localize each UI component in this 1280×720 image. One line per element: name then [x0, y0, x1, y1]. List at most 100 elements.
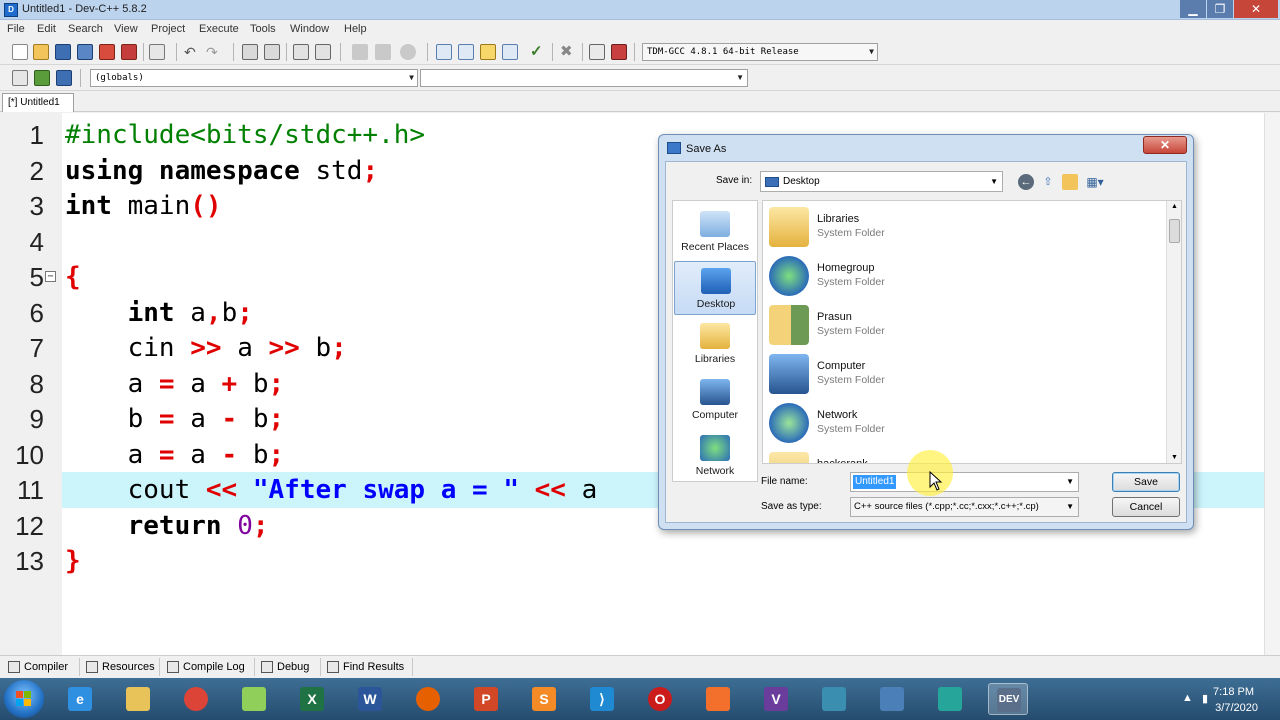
- unindent-icon[interactable]: [315, 44, 331, 60]
- taskbar-internet-explorer[interactable]: e: [60, 683, 100, 715]
- save-in-select[interactable]: Desktop ▼: [760, 171, 1003, 192]
- minimize-button[interactable]: ▁: [1180, 0, 1206, 18]
- goto-line-icon[interactable]: [400, 44, 416, 60]
- taskbar-notepad-plus-plus[interactable]: [234, 683, 274, 715]
- toggle-bookmark-icon[interactable]: [352, 44, 368, 60]
- save-as-type-select[interactable]: C++ source files (*.cpp;*.cc;*.cxx;*.c++…: [850, 497, 1079, 517]
- print-icon[interactable]: [149, 44, 165, 60]
- new-file-icon[interactable]: [12, 44, 28, 60]
- goto-definition-icon[interactable]: [34, 70, 50, 86]
- tab-debug[interactable]: Debug: [257, 658, 321, 676]
- tab-resources[interactable]: Resources: [82, 658, 160, 676]
- place-recent-places[interactable]: Recent Places: [674, 205, 756, 259]
- file-name-input[interactable]: Untitled1 ▼: [850, 472, 1079, 492]
- save-all-icon[interactable]: [77, 44, 93, 60]
- menu-file[interactable]: File: [7, 23, 25, 35]
- menu-execute[interactable]: Execute: [199, 23, 239, 35]
- taskbar-sublime-text[interactable]: S: [524, 683, 564, 715]
- code-line[interactable]: 13}: [0, 543, 1280, 579]
- tab-compile-log[interactable]: Compile Log: [163, 658, 255, 676]
- tab-compiler[interactable]: Compiler: [4, 658, 80, 676]
- compiler-icon: [8, 661, 20, 674]
- list-item-homegroup[interactable]: Homegroup System Folder: [763, 252, 1163, 300]
- stop-execution-icon[interactable]: ✖: [560, 44, 576, 60]
- taskbar-firefox[interactable]: [408, 683, 448, 715]
- goto-declaration-icon[interactable]: [56, 70, 72, 86]
- dialog-close-button[interactable]: ✕: [1143, 136, 1187, 154]
- class-browser-icon[interactable]: [480, 44, 496, 60]
- maximize-button[interactable]: ❐: [1207, 0, 1233, 18]
- project-options-icon[interactable]: [458, 44, 474, 60]
- taskbar-word[interactable]: W: [350, 683, 390, 715]
- up-folder-icon[interactable]: ⇧: [1040, 174, 1056, 190]
- place-computer[interactable]: Computer: [674, 373, 756, 427]
- save-icon[interactable]: [55, 44, 71, 60]
- taskbar-camtasia[interactable]: [930, 683, 970, 715]
- check-syntax-icon[interactable]: ✓: [530, 44, 546, 60]
- new-project-icon[interactable]: [436, 44, 452, 60]
- view-menu-icon[interactable]: ▦▾: [1084, 174, 1106, 190]
- show-hidden-icons-icon[interactable]: ▲: [1182, 692, 1193, 704]
- list-item-computer[interactable]: Computer System Folder: [763, 350, 1163, 398]
- open-folder-icon[interactable]: [33, 44, 49, 60]
- fold-toggle-icon[interactable]: −: [45, 271, 56, 282]
- menu-tools[interactable]: Tools: [250, 23, 276, 35]
- menu-project[interactable]: Project: [151, 23, 185, 35]
- menu-edit[interactable]: Edit: [37, 23, 56, 35]
- place-libraries[interactable]: Libraries: [674, 317, 756, 371]
- symbol-select[interactable]: ▼: [420, 69, 748, 87]
- debug-icon[interactable]: [611, 44, 627, 60]
- editor-scrollbar[interactable]: [1264, 113, 1280, 655]
- close-all-icon[interactable]: [121, 44, 137, 60]
- list-item-hackerank[interactable]: hackerank: [763, 448, 1163, 463]
- compile-icon[interactable]: [502, 44, 518, 60]
- taskbar-chrome[interactable]: [176, 683, 216, 715]
- close-file-icon[interactable]: [99, 44, 115, 60]
- tab-find-results[interactable]: Find Results: [323, 658, 413, 676]
- back-icon[interactable]: ←: [1018, 174, 1034, 190]
- taskbar-opera[interactable]: O: [640, 683, 680, 715]
- menu-help[interactable]: Help: [344, 23, 367, 35]
- place-desktop[interactable]: Desktop: [674, 261, 756, 315]
- redo-icon[interactable]: ↷: [206, 44, 222, 60]
- save-button[interactable]: Save: [1112, 472, 1180, 492]
- insert-icon[interactable]: [12, 70, 28, 86]
- scroll-down-icon[interactable]: ▼: [1171, 454, 1178, 461]
- list-item-libraries[interactable]: Libraries System Folder: [763, 203, 1163, 251]
- scroll-up-icon[interactable]: ▲: [1171, 203, 1178, 210]
- taskbar-visual-studio[interactable]: V: [756, 683, 796, 715]
- network-signal-icon[interactable]: ▮: [1202, 692, 1208, 705]
- scope-select[interactable]: (globals) ▼: [90, 69, 418, 87]
- indent-icon[interactable]: [293, 44, 309, 60]
- compiler-select[interactable]: TDM-GCC 4.8.1 64-bit Release ▼: [642, 43, 878, 61]
- clock-date[interactable]: 3/7/2020: [1215, 702, 1258, 714]
- item-type: System Folder: [817, 276, 885, 288]
- undo-icon[interactable]: ↶: [184, 44, 200, 60]
- close-window-button[interactable]: ✕: [1234, 0, 1278, 18]
- cancel-button[interactable]: Cancel: [1112, 497, 1180, 517]
- taskbar-vscode[interactable]: ⟩: [582, 683, 622, 715]
- menu-window[interactable]: Window: [290, 23, 329, 35]
- clock-time[interactable]: 7:18 PM: [1213, 686, 1254, 698]
- place-network[interactable]: Network: [674, 429, 756, 483]
- profile-chart-icon[interactable]: [589, 44, 605, 60]
- menu-view[interactable]: View: [114, 23, 138, 35]
- new-folder-icon[interactable]: [1062, 174, 1078, 190]
- taskbar-powerpoint[interactable]: P: [466, 683, 506, 715]
- taskbar-file-explorer[interactable]: [118, 683, 158, 715]
- tab-untitled1[interactable]: [*] Untitled1: [2, 93, 74, 112]
- scroll-thumb[interactable]: [1169, 219, 1180, 243]
- file-list-scrollbar[interactable]: ▲ ▼: [1166, 201, 1181, 463]
- list-item-prasun[interactable]: Prasun System Folder: [763, 301, 1163, 349]
- taskbar-bluej[interactable]: [814, 683, 854, 715]
- goto-bookmark-icon[interactable]: [375, 44, 391, 60]
- replace-icon[interactable]: [264, 44, 280, 60]
- taskbar-paint[interactable]: [698, 683, 738, 715]
- taskbar-excel[interactable]: X: [292, 683, 332, 715]
- list-item-network[interactable]: Network System Folder: [763, 399, 1163, 447]
- start-button[interactable]: [4, 680, 44, 718]
- taskbar-dev-cpp[interactable]: DEV: [988, 683, 1028, 715]
- taskbar-remote-desktop[interactable]: [872, 683, 912, 715]
- find-icon[interactable]: [242, 44, 258, 60]
- menu-search[interactable]: Search: [68, 23, 103, 35]
